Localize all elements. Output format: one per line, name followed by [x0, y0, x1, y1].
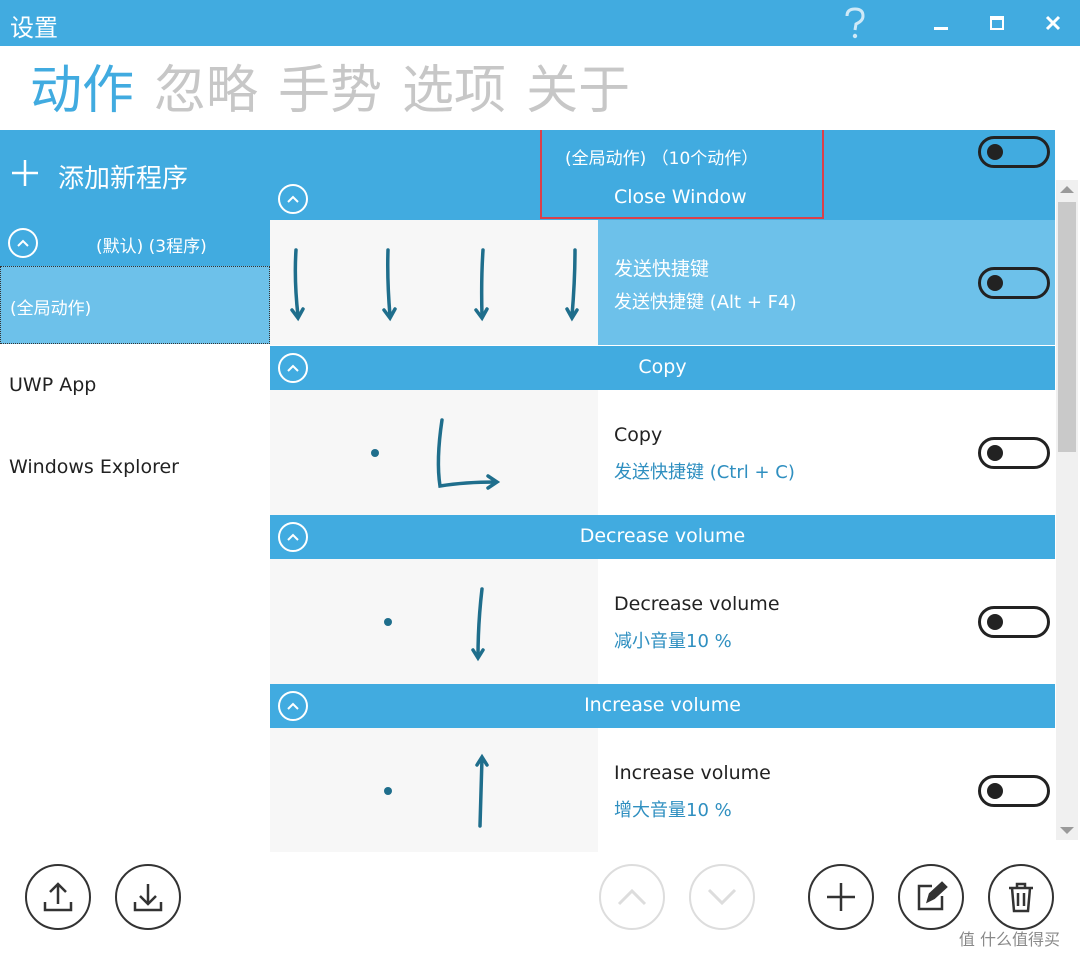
- help-button[interactable]: [830, 0, 880, 46]
- add-program-button[interactable]: 添加新程序: [0, 130, 270, 220]
- action-description: 发送快捷键 (Alt + F4): [614, 292, 797, 313]
- gesture-preview: [270, 728, 598, 852]
- gesture-preview: [270, 390, 598, 515]
- scroll-down-icon[interactable]: [1059, 826, 1075, 836]
- program-item[interactable]: (全局动作): [0, 266, 270, 344]
- action-toggle[interactable]: [978, 267, 1050, 299]
- highlight-box: [540, 130, 824, 219]
- add-action-button[interactable]: [808, 864, 874, 930]
- chevron-up-icon: [17, 239, 29, 247]
- program-list-pane: 添加新程序 (默认) (3程序) (全局动作) UWP App Windows …: [0, 130, 270, 852]
- gesture-down-down-down-down-icon: [290, 248, 579, 322]
- section-header[interactable]: Increase volume: [270, 684, 1055, 728]
- section-header[interactable]: Decrease volume: [270, 515, 1055, 559]
- tab-about[interactable]: 关于: [526, 56, 630, 126]
- action-name: Decrease volume: [614, 593, 780, 615]
- group-label: (默认) (3程序): [96, 237, 207, 257]
- gesture-preview: [270, 220, 598, 345]
- scrollbar[interactable]: [1056, 180, 1078, 840]
- delete-action-button[interactable]: [988, 864, 1054, 930]
- tab-options[interactable]: 选项: [402, 56, 506, 126]
- gesture-up-icon: [384, 753, 489, 828]
- maximize-button[interactable]: [972, 0, 1022, 46]
- bottom-toolbar: 值 什么值得买: [0, 852, 1080, 956]
- toggle-knob: [987, 144, 1003, 160]
- scrollbar-thumb[interactable]: [1058, 202, 1076, 452]
- action-toggle[interactable]: [978, 606, 1050, 638]
- toggle-knob: [987, 275, 1003, 291]
- gesture-down-icon: [384, 587, 485, 662]
- move-up-button[interactable]: [599, 864, 665, 930]
- action-toggle[interactable]: [978, 437, 1050, 469]
- minimize-icon: [934, 27, 948, 30]
- plus-icon: [827, 883, 855, 911]
- trash-icon: [1009, 882, 1033, 913]
- action-row[interactable]: 发送快捷键 发送快捷键 (Alt + F4): [270, 220, 1055, 345]
- action-description: 增大音量10 %: [614, 800, 732, 821]
- title-bar: 设置: [0, 0, 1080, 46]
- section-title: Increase volume: [584, 694, 741, 716]
- gesture-preview: [270, 559, 598, 684]
- close-button[interactable]: [1028, 0, 1078, 46]
- minimize-button[interactable]: [916, 0, 966, 46]
- chevron-down-icon: [707, 888, 737, 906]
- plus-icon: [12, 160, 38, 186]
- section-title: Decrease volume: [579, 525, 746, 547]
- maximize-icon: [990, 16, 1004, 30]
- tab-actions[interactable]: 动作: [30, 56, 134, 126]
- action-name: Increase volume: [614, 762, 771, 784]
- section-title: Copy: [638, 356, 687, 378]
- program-group-header[interactable]: (默认) (3程序): [0, 220, 270, 266]
- main-tabs: 动作 忽略 手势 选项 关于: [30, 56, 630, 126]
- section-header[interactable]: Copy: [270, 346, 1055, 390]
- close-icon: [1045, 15, 1061, 31]
- collapse-section-button[interactable]: [278, 184, 308, 214]
- action-toggle[interactable]: [978, 775, 1050, 807]
- collapse-group-button[interactable]: [8, 228, 38, 258]
- edit-icon: [917, 881, 948, 911]
- actions-pane: (全局动作) （10个动作） Close Window 发送快捷键 发送快捷键 …: [270, 130, 1080, 852]
- action-row[interactable]: Copy 发送快捷键 (Ctrl + C): [270, 390, 1055, 515]
- upload-icon: [43, 882, 73, 912]
- action-description: 发送快捷键 (Ctrl + C): [614, 462, 795, 483]
- action-row[interactable]: Increase volume 增大音量10 %: [270, 728, 1055, 852]
- program-item[interactable]: Windows Explorer: [0, 456, 270, 478]
- help-icon: [845, 7, 865, 39]
- watermark-text: 值 什么值得买: [958, 930, 1060, 949]
- move-down-button[interactable]: [689, 864, 755, 930]
- toggle-knob: [987, 614, 1003, 630]
- toggle-knob: [987, 783, 1003, 799]
- program-item[interactable]: UWP App: [0, 374, 270, 396]
- scroll-up-icon[interactable]: [1059, 184, 1075, 194]
- chevron-up-icon: [287, 195, 299, 203]
- tab-ignore[interactable]: 忽略: [154, 56, 258, 126]
- action-name: Copy: [614, 424, 663, 446]
- chevron-up-icon: [617, 888, 647, 906]
- window-title: 设置: [10, 14, 58, 42]
- gesture-down-right-icon: [371, 418, 501, 490]
- export-button[interactable]: [25, 864, 91, 930]
- import-button[interactable]: [115, 864, 181, 930]
- action-row[interactable]: Decrease volume 减小音量10 %: [270, 559, 1055, 684]
- group-toggle[interactable]: [978, 136, 1050, 168]
- download-icon: [133, 884, 163, 912]
- edit-action-button[interactable]: [898, 864, 964, 930]
- add-program-label: 添加新程序: [58, 164, 189, 194]
- tab-gestures[interactable]: 手势: [278, 56, 382, 126]
- action-name: 发送快捷键: [614, 258, 710, 280]
- toggle-knob: [987, 445, 1003, 461]
- action-description: 减小音量10 %: [614, 631, 732, 652]
